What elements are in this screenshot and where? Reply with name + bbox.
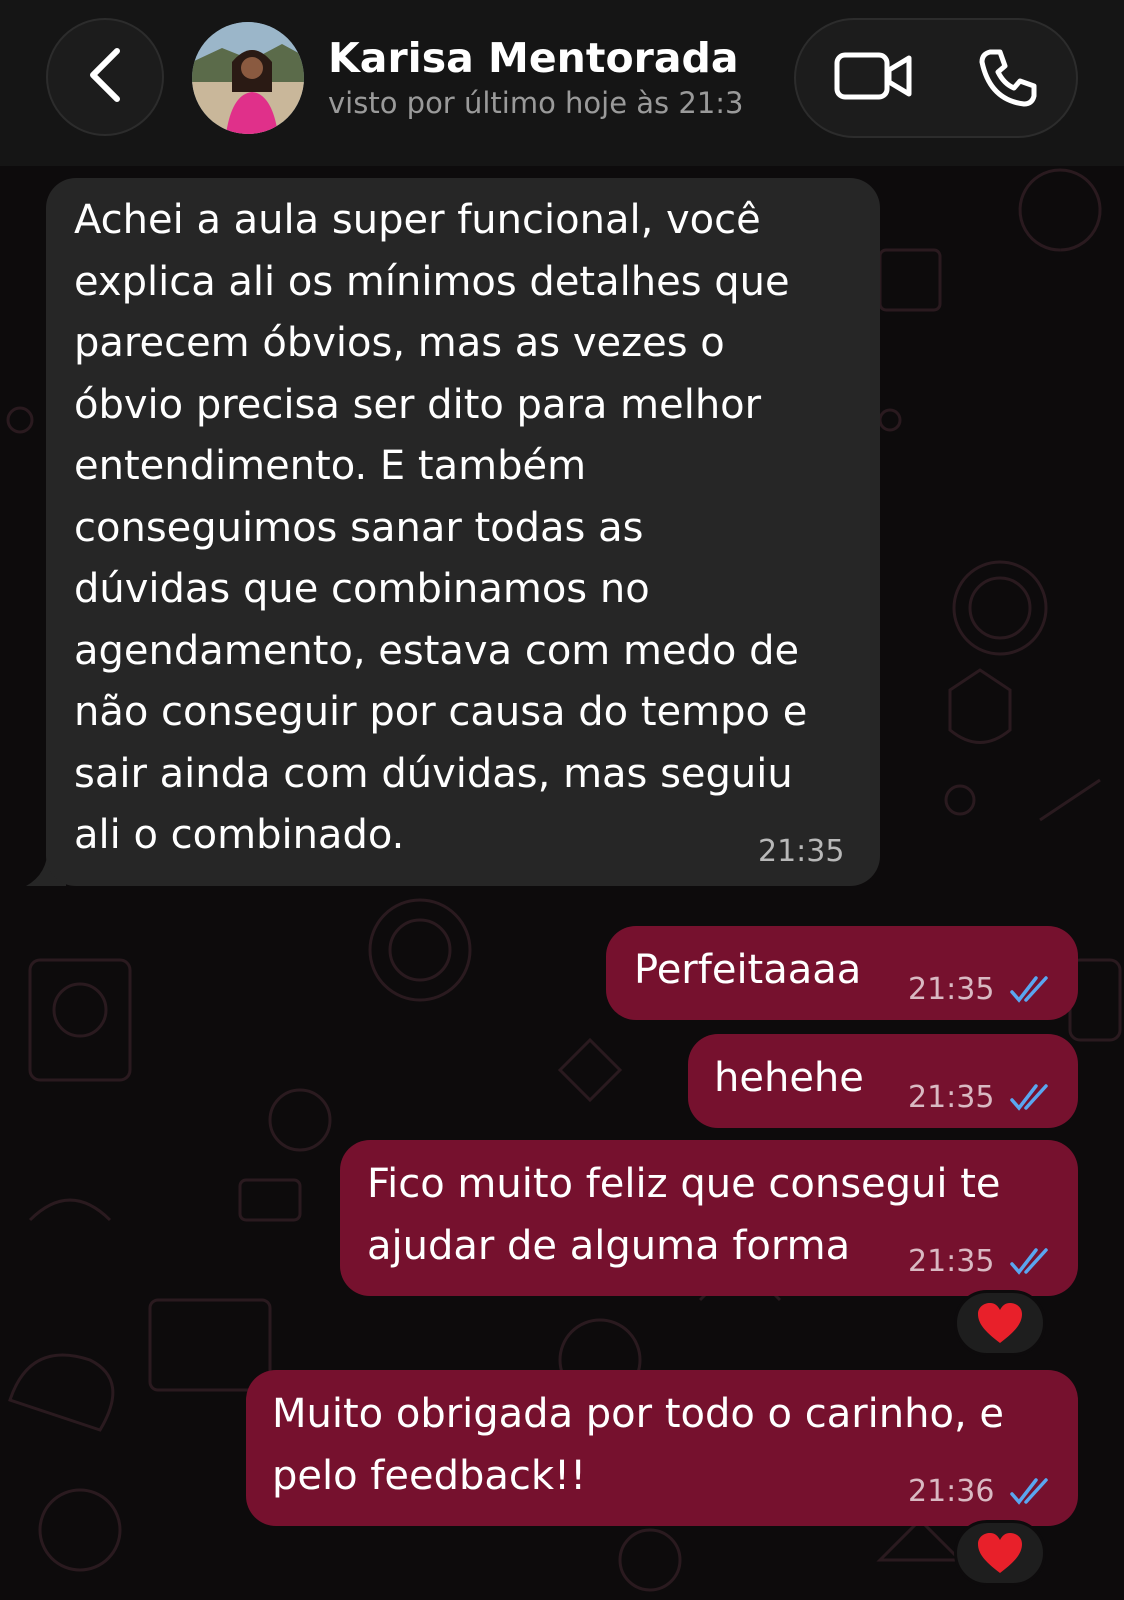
- voice-call-button[interactable]: [976, 48, 1040, 112]
- message-timestamp: 21:35: [908, 1244, 995, 1279]
- message-incoming[interactable]: Achei a aula super funcional, você expli…: [46, 178, 880, 886]
- read-receipt-icon: [1010, 1084, 1048, 1111]
- heart-icon: [978, 1533, 1022, 1573]
- last-seen-status: visto por último hoje às 21:3: [328, 86, 744, 120]
- chat-header: Karisa Mentorada visto por último hoje à…: [0, 0, 1124, 166]
- heart-icon: [978, 1303, 1022, 1343]
- contact-name[interactable]: Karisa Mentorada: [328, 34, 739, 82]
- message-outgoing[interactable]: hehehe 21:35: [688, 1034, 1078, 1128]
- message-line: conseguimos sanar todas as: [74, 504, 644, 551]
- message-line: Muito obrigada por todo o carinho, e: [272, 1391, 1005, 1437]
- message-line: ajudar de alguma forma: [367, 1222, 851, 1269]
- video-call-button[interactable]: [834, 48, 914, 108]
- message-timestamp: 21:35: [908, 972, 995, 1007]
- read-receipt-icon: [1010, 976, 1048, 1003]
- message-line: sair ainda com dúvidas, mas seguiu: [74, 750, 793, 797]
- message-line: pelo feedback!!: [272, 1452, 587, 1499]
- message-line: dúvidas que combinamos no: [74, 566, 650, 612]
- heart-reaction[interactable]: [954, 1520, 1046, 1586]
- message-line: Achei a aula super funcional, você: [74, 197, 761, 243]
- message-outgoing[interactable]: Fico muito feliz que consegui te ajudar …: [340, 1140, 1078, 1296]
- message-line: Fico muito feliz que consegui te: [367, 1161, 1001, 1207]
- message-line: Perfeitaaaa: [634, 947, 862, 993]
- read-receipt-icon: [1010, 1248, 1048, 1275]
- message-line: óbvio precisa ser dito para melhor: [74, 381, 762, 428]
- heart-reaction[interactable]: [954, 1290, 1046, 1356]
- video-call-icon: [834, 50, 914, 106]
- read-receipt-icon: [1010, 1478, 1048, 1505]
- message-line: agendamento, estava com medo de: [74, 627, 800, 674]
- message-line: parecem óbvios, mas as vezes o: [74, 320, 725, 366]
- contact-avatar[interactable]: [192, 22, 304, 134]
- message-timestamp: 21:35: [908, 1080, 995, 1115]
- message-timestamp: 21:35: [758, 834, 845, 869]
- message-outgoing[interactable]: Muito obrigada por todo o carinho, e pel…: [246, 1370, 1078, 1526]
- message-line: não conseguir por causa do tempo e: [74, 689, 808, 735]
- message-timestamp: 21:36: [908, 1474, 995, 1509]
- message-line: explica ali os mínimos detalhes que: [74, 258, 790, 305]
- message-outgoing[interactable]: Perfeitaaaa 21:35: [606, 926, 1078, 1020]
- message-line: ali o combinado.: [74, 812, 405, 858]
- call-actions: [794, 18, 1078, 138]
- back-button[interactable]: [46, 18, 164, 136]
- chevron-left-icon: [85, 45, 125, 109]
- message-line: hehehe: [714, 1055, 864, 1101]
- phone-icon: [976, 46, 1040, 114]
- message-line: entendimento. E também: [74, 443, 587, 489]
